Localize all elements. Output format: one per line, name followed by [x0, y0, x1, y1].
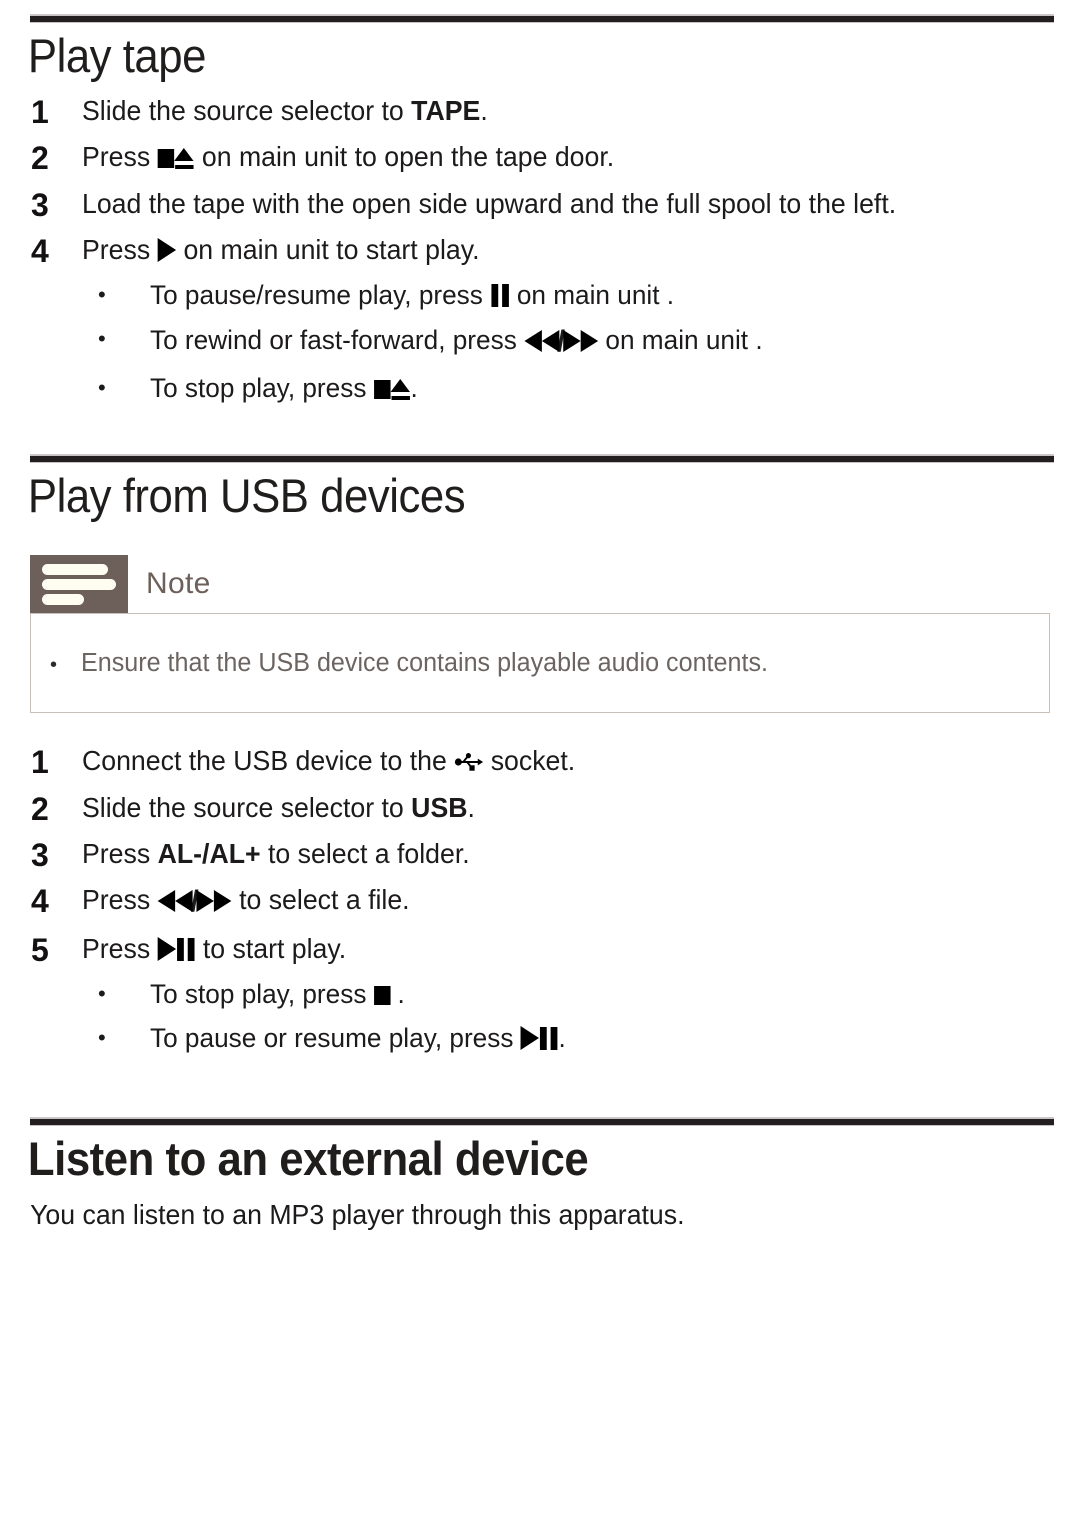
- step-number: 3: [31, 186, 49, 223]
- note-body: • Ensure that the USB device contains pl…: [30, 613, 1050, 714]
- step-number: 2: [31, 790, 49, 827]
- note-lines-icon: [30, 555, 128, 614]
- note-line-3: [42, 594, 84, 606]
- step-text: Press on main unit to open the tape door…: [82, 141, 615, 173]
- bullet-item: • To pause or resume play, press .: [0, 1017, 1080, 1061]
- note-bullet-item: • Ensure that the USB device contains pl…: [31, 649, 778, 678]
- bullet-item: • To pause/resume play, press on main un…: [0, 274, 1080, 318]
- step-number: 5: [31, 932, 49, 969]
- bullet-item: • To rewind or fast-forward, press / on …: [0, 318, 1080, 367]
- usb-icon: [454, 750, 483, 778]
- fast-forward-icon: [563, 330, 599, 353]
- stop-icon: [157, 149, 175, 169]
- stop-icon: [373, 986, 391, 1006]
- note-box: Note • Ensure that the USB device contai…: [0, 555, 1080, 714]
- bullet-text: To pause or resume play, press .: [150, 1023, 566, 1054]
- note-bullet-text: Ensure that the USB device contains play…: [81, 648, 768, 677]
- emphasis-text: USB: [411, 791, 468, 823]
- step-item: 1 Connect the USB device to the socket.: [0, 739, 1080, 785]
- step-text: Connect the USB device to the socket.: [82, 745, 576, 778]
- step-number: 4: [31, 232, 49, 269]
- bullet-text: To pause/resume play, press on main unit…: [150, 280, 675, 311]
- section-divider-2: [30, 454, 1054, 464]
- section-divider-1: [30, 14, 1054, 23]
- bullet-item: • To stop play, press .: [0, 367, 1080, 411]
- step-text: Press to start play.: [82, 933, 347, 965]
- step-number: 2: [31, 140, 49, 177]
- bullet-marker: •: [98, 282, 106, 308]
- stop-icon: [373, 379, 391, 399]
- step-text: Press on main unit to start play.: [82, 233, 480, 265]
- bullets-play-tape: • To pause/resume play, press on main un…: [0, 274, 1080, 410]
- section-title-play-usb: Play from USB devices: [27, 469, 466, 523]
- pause-icon: [490, 284, 509, 308]
- rewind-icon: [524, 330, 559, 353]
- bullet-text: To rewind or fast-forward, press / on ma…: [150, 318, 1052, 367]
- fast-forward-icon: [196, 890, 232, 913]
- pause-icon: [539, 1027, 558, 1051]
- note-label: Note: [146, 567, 211, 601]
- bullet-marker: •: [50, 653, 58, 676]
- play-icon: [157, 237, 177, 262]
- rewind-icon: [157, 890, 193, 913]
- bullet-text: To stop play, press .: [150, 372, 418, 403]
- emphasis-text: AL-/AL+: [157, 838, 261, 870]
- note-line-2: [42, 579, 116, 591]
- step-item: 3 Press AL-/AL+ to select a folder.: [0, 832, 1080, 878]
- step-item: 2 Press on main unit to open the tape do…: [0, 135, 1080, 181]
- step-item: 2 Slide the source selector to USB.: [0, 786, 1080, 832]
- section-paragraph: You can listen to an MP3 player through …: [30, 1198, 685, 1230]
- steps-play-usb: 1 Connect the USB device to the socket. …: [0, 739, 1080, 973]
- bullet-marker: •: [98, 374, 106, 400]
- step-text: Load the tape with the open side upward …: [82, 187, 897, 219]
- step-number: 3: [31, 837, 49, 874]
- step-item: 1 Slide the source selector to TAPE.: [0, 89, 1080, 135]
- pause-icon: [176, 938, 195, 962]
- bullet-item: • To stop play, press .: [0, 973, 1080, 1017]
- step-item: 3 Load the tape with the open side upwar…: [0, 182, 1080, 228]
- step-text: Press / to select a file.: [82, 878, 1050, 927]
- section-title-play-tape: Play tape: [27, 29, 207, 82]
- play-icon: [520, 1026, 540, 1051]
- bullet-text: To stop play, press .: [150, 979, 405, 1010]
- step-number: 1: [31, 744, 49, 781]
- steps-play-tape: 1 Slide the source selector to TAPE. 2 P…: [0, 89, 1080, 275]
- bullet-marker: •: [98, 326, 106, 352]
- section-divider-3: [30, 1116, 1054, 1126]
- play-icon: [157, 937, 177, 962]
- manual-page: Play tape 1 Slide the source selector to…: [0, 0, 1080, 1532]
- note-tab: Note: [30, 555, 1050, 614]
- step-number: 1: [31, 93, 49, 130]
- step-item: 4 Press on main unit to start play.: [0, 228, 1080, 274]
- bullets-play-usb: • To stop play, press . • To pause or re…: [0, 973, 1080, 1060]
- step-number: 4: [31, 883, 49, 920]
- top-spacer: [0, 0, 1080, 14]
- step-text: Slide the source selector to USB.: [82, 791, 475, 823]
- bullet-marker: •: [98, 981, 106, 1007]
- note-line-1: [42, 564, 108, 576]
- step-text: Slide the source selector to TAPE.: [82, 94, 488, 126]
- eject-icon: [390, 378, 410, 400]
- step-text: Press AL-/AL+ to select a folder.: [82, 838, 470, 870]
- eject-icon: [174, 148, 194, 170]
- step-item: 4 Press / to select a file.: [0, 878, 1080, 927]
- bullet-marker: •: [98, 1025, 106, 1051]
- section-title-listen-external: Listen to an external device: [27, 1131, 589, 1185]
- emphasis-text: TAPE: [411, 94, 481, 126]
- step-item: 5 Press to start play.: [0, 927, 1080, 973]
